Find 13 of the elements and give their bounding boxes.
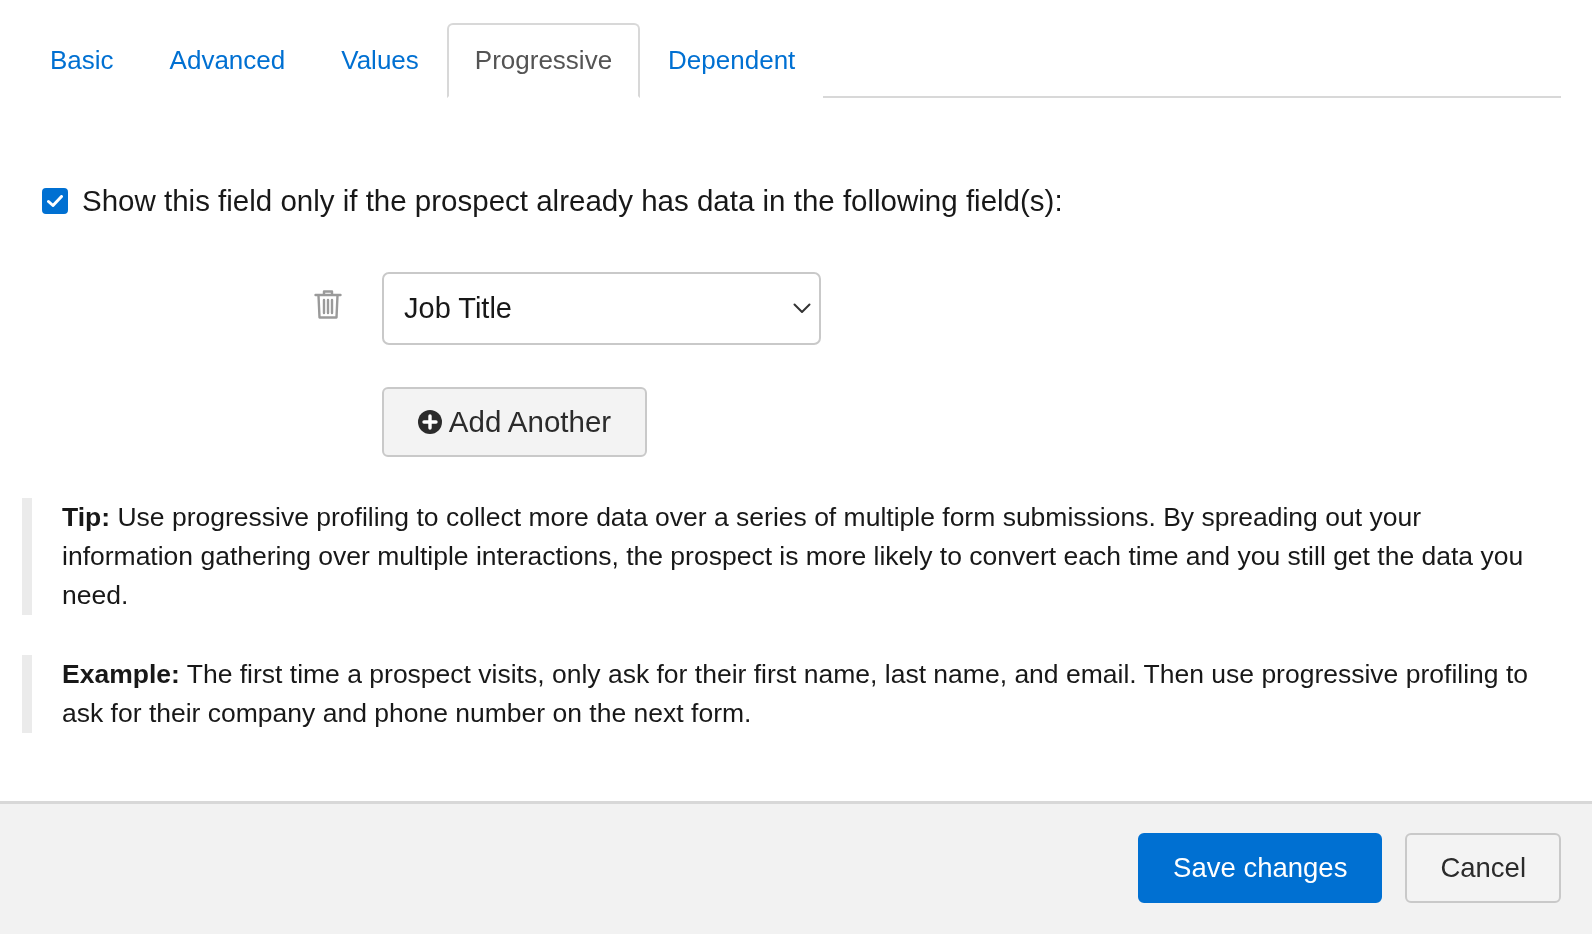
chevron-icon xyxy=(793,303,811,314)
trash-icon[interactable] xyxy=(314,289,342,320)
checkbox[interactable] xyxy=(42,188,68,214)
tab[interactable]: Progressive xyxy=(446,23,641,98)
save-button[interactable]: Save changes xyxy=(1138,833,1383,903)
note-paragraph: Tip: Use progressive profiling to collect more data over a series of multiple form submissions. By spreading out your information gathering over multiple interactions, the prospect is more likely to convert each time and you still get the data you need. xyxy=(22,498,1561,615)
checkbox-label: Show this field only if the prospect already has data in the following field(s): xyxy=(82,184,1063,218)
checkmark-icon xyxy=(47,195,63,207)
cancel-button[interactable]: Cancel xyxy=(1405,833,1561,903)
add-another-button[interactable]: Add Another xyxy=(382,387,647,457)
note-paragraph: Example: The first time a prospect visits, only ask for their first name, last name, and email. Then use progressive profiling to ask for their company and phone number on the next form. xyxy=(22,655,1561,733)
plus-circle-icon xyxy=(417,410,442,434)
select-field[interactable]: Job Title xyxy=(382,272,821,345)
